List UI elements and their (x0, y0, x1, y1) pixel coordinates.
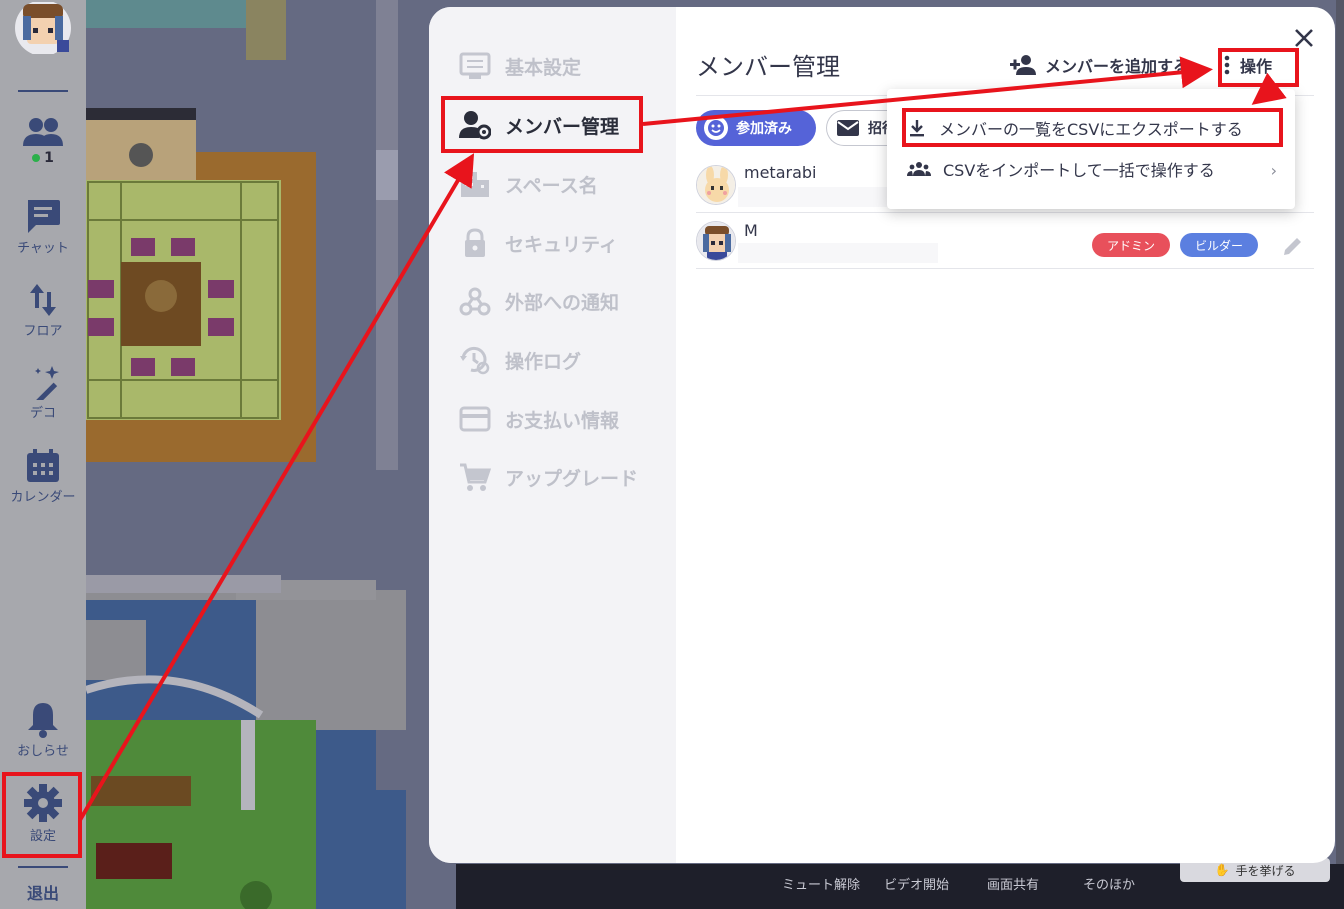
lock-icon (465, 228, 485, 257)
add-person-icon (1010, 55, 1036, 75)
more-vertical-icon (1224, 55, 1230, 75)
builder-badge: ビルダー (1180, 233, 1258, 257)
online-dot-icon (32, 154, 41, 162)
sidebar-item-chat[interactable]: チャット (0, 197, 86, 256)
more-options-button[interactable]: そのほか (1083, 874, 1135, 893)
sidebar-item-deco[interactable]: デコ (0, 364, 86, 421)
building-icon (461, 172, 489, 197)
sidebar-item-floor[interactable]: フロア (0, 282, 86, 339)
operations-menu: メンバーの一覧をCSVにエクスポートする CSVをインポートして一括で操作する … (887, 89, 1295, 209)
settings-nav: 基本設定 メンバー管理 スペース名 セキュリティ 外部への通知 操作ログ お支払… (429, 7, 676, 863)
webhook-icon (459, 287, 491, 316)
chat-icon (28, 200, 60, 233)
floor-switch-icon (30, 284, 56, 316)
bell-icon (28, 703, 58, 738)
settings-nav-members[interactable]: メンバー管理 (459, 105, 619, 145)
member-avatar (696, 221, 736, 261)
chevron-right-icon: › (1270, 161, 1277, 180)
settings-nav-upgrade[interactable]: アップグレード (459, 457, 638, 497)
gear-icon (24, 784, 62, 822)
online-count: 1 (0, 150, 86, 166)
filter-joined-chip[interactable]: 参加済み (696, 110, 816, 146)
mute-toggle-button[interactable]: ミュート解除 (782, 874, 860, 893)
settings-nav-space-name[interactable]: スペース名 (459, 164, 598, 204)
app-sidebar: 1 チャット フロア デコ カレンダー おしらせ 設定 退出 (0, 0, 86, 909)
member-settings-icon (459, 111, 491, 140)
member-name: M (744, 221, 758, 240)
settings-panel-icon (459, 52, 491, 79)
sidebar-divider (18, 90, 68, 92)
magic-wand-icon (29, 366, 59, 400)
member-row: M アドミン ビルダー (696, 213, 1314, 269)
calendar-icon (27, 449, 59, 482)
export-csv-menu-item[interactable]: メンバーの一覧をCSVにエクスポートする (887, 108, 1295, 148)
settings-nav-basic[interactable]: 基本設定 (459, 46, 581, 86)
smile-icon (704, 116, 728, 140)
exit-button[interactable]: 退出 (0, 880, 86, 904)
member-avatar (696, 165, 736, 205)
add-member-button[interactable]: メンバーを追加する (1009, 53, 1189, 77)
operations-button[interactable]: 操作 (1224, 53, 1272, 77)
sidebar-item-calendar[interactable]: カレンダー (0, 448, 86, 505)
close-modal-button[interactable] (1289, 23, 1319, 53)
history-icon (460, 346, 490, 375)
admin-badge: アドミン (1092, 233, 1170, 257)
video-start-button[interactable]: ビデオ開始 (884, 874, 949, 893)
settings-nav-webhook[interactable]: 外部への通知 (459, 281, 619, 321)
import-csv-menu-item[interactable]: CSVをインポートして一括で操作する › (887, 149, 1295, 189)
screen-share-button[interactable]: 画面共有 (987, 874, 1039, 893)
sidebar-divider (18, 866, 68, 868)
people-icon (23, 118, 63, 146)
mail-icon (837, 120, 859, 136)
member-name: metarabi (744, 163, 817, 182)
settings-nav-security[interactable]: セキュリティ (459, 223, 618, 263)
edit-member-button[interactable] (1280, 233, 1306, 259)
page-title: メンバー管理 (696, 53, 840, 81)
hand-icon: ✋ (1214, 863, 1230, 877)
pencil-icon (1284, 238, 1301, 255)
sidebar-item-notifications[interactable]: おしらせ (0, 700, 86, 759)
settings-nav-log[interactable]: 操作ログ (459, 340, 581, 380)
close-icon (1295, 29, 1313, 47)
download-icon (910, 120, 924, 137)
member-detail-placeholder (738, 243, 938, 263)
user-avatar[interactable] (13, 0, 73, 56)
sidebar-item-settings[interactable]: 設定 (0, 783, 86, 844)
sidebar-item-members[interactable]: 1 (0, 116, 86, 166)
settings-nav-billing[interactable]: お支払い情報 (459, 399, 619, 439)
group-icon (907, 162, 931, 176)
cart-icon (460, 463, 491, 491)
credit-card-icon (459, 406, 491, 432)
